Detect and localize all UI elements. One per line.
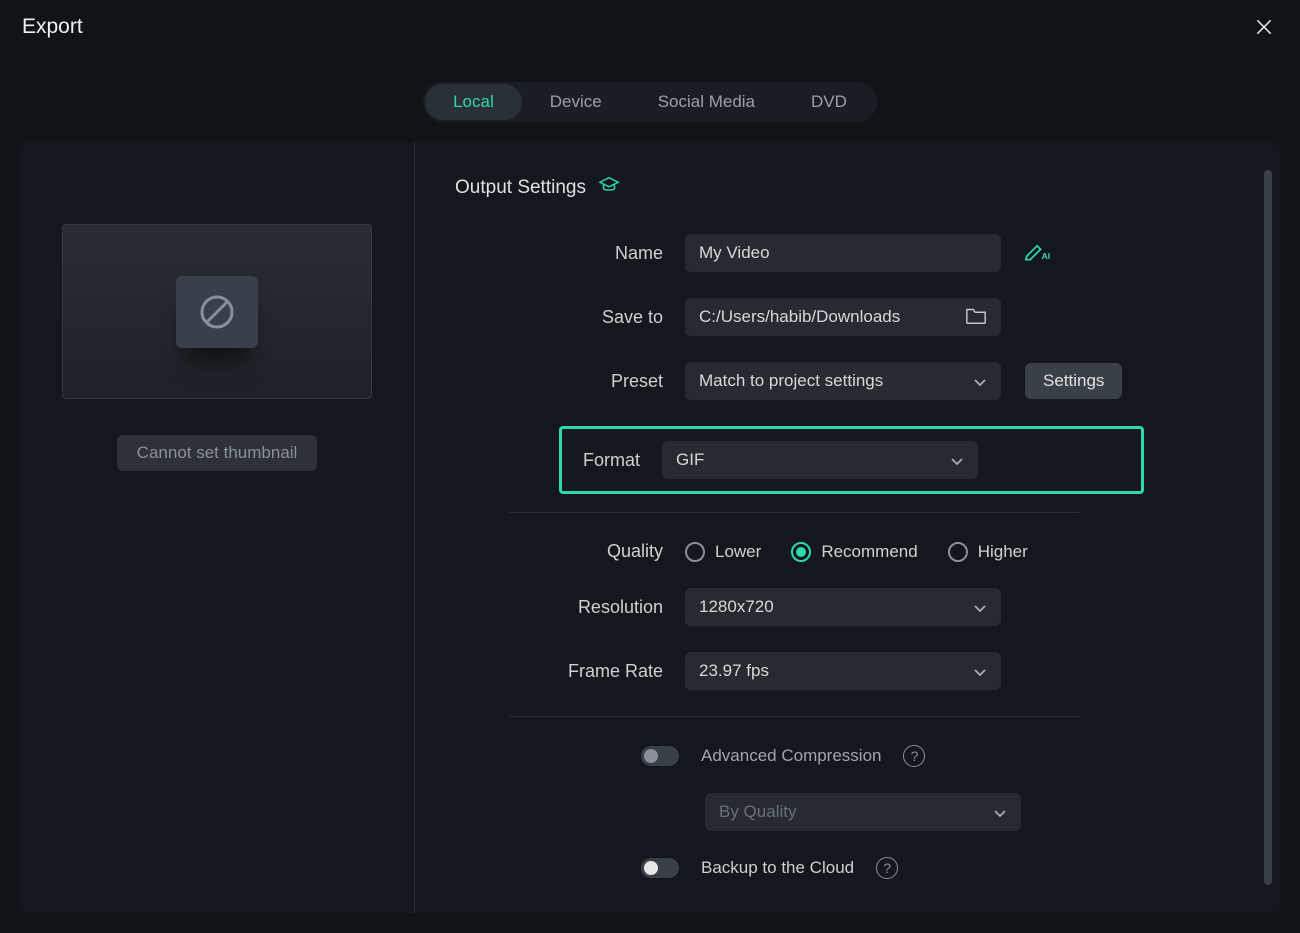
- name-input[interactable]: My Video: [685, 234, 1001, 272]
- settings-button[interactable]: Settings: [1025, 363, 1122, 399]
- quality-higher-label: Higher: [978, 542, 1028, 562]
- backup-cloud-label: Backup to the Cloud: [701, 858, 854, 878]
- thumbnail-preview: [62, 224, 372, 399]
- quality-recommend-label: Recommend: [821, 542, 917, 562]
- resolution-label: Resolution: [455, 597, 685, 618]
- saveto-input[interactable]: C:/Users/habib/Downloads: [685, 298, 1001, 336]
- framerate-label: Frame Rate: [455, 661, 685, 682]
- compression-mode-value: By Quality: [719, 802, 796, 822]
- saveto-label: Save to: [455, 307, 685, 328]
- advanced-compression-label: Advanced Compression: [701, 746, 881, 766]
- tab-device[interactable]: Device: [522, 84, 630, 120]
- radio-checked-icon: [791, 542, 811, 562]
- close-icon: [1254, 17, 1274, 37]
- folder-icon[interactable]: [965, 305, 987, 330]
- format-select[interactable]: GIF: [662, 441, 978, 479]
- tab-social-media[interactable]: Social Media: [630, 84, 783, 120]
- format-value: GIF: [676, 450, 704, 470]
- framerate-value: 23.97 fps: [699, 661, 769, 681]
- radio-icon: [685, 542, 705, 562]
- quality-lower-label: Lower: [715, 542, 761, 562]
- radio-icon: [948, 542, 968, 562]
- name-value: My Video: [699, 243, 770, 263]
- format-label: Format: [562, 450, 662, 471]
- resolution-select[interactable]: 1280x720: [685, 588, 1001, 626]
- toggle-knob-icon: [644, 861, 658, 875]
- no-thumbnail-icon: [197, 292, 237, 332]
- preset-label: Preset: [455, 371, 685, 392]
- quality-higher[interactable]: Higher: [948, 542, 1028, 562]
- preset-select[interactable]: Match to project settings: [685, 362, 1001, 400]
- graduation-cap-icon[interactable]: [598, 174, 620, 202]
- quality-lower[interactable]: Lower: [685, 542, 761, 562]
- help-icon[interactable]: ?: [903, 745, 925, 767]
- name-label: Name: [455, 243, 685, 264]
- chevron-down-icon: [973, 664, 987, 678]
- thumbnail-button: Cannot set thumbnail: [117, 435, 318, 471]
- chevron-down-icon: [993, 805, 1007, 819]
- chevron-down-icon: [973, 374, 987, 388]
- compression-mode-select: By Quality: [705, 793, 1021, 831]
- divider: [509, 512, 1079, 513]
- tab-local[interactable]: Local: [425, 84, 522, 120]
- framerate-select[interactable]: 23.97 fps: [685, 652, 1001, 690]
- preset-value: Match to project settings: [699, 371, 883, 391]
- backup-cloud-toggle[interactable]: [641, 858, 679, 878]
- quality-recommend[interactable]: Recommend: [791, 542, 917, 562]
- no-thumbnail-tile: [176, 276, 258, 348]
- window-title: Export: [22, 15, 83, 39]
- close-button[interactable]: [1250, 13, 1278, 41]
- saveto-value: C:/Users/habib/Downloads: [699, 307, 900, 327]
- ai-rename-icon[interactable]: AI: [1025, 240, 1051, 267]
- resolution-value: 1280x720: [699, 597, 774, 617]
- quality-label: Quality: [455, 541, 685, 562]
- scrollbar[interactable]: [1264, 170, 1272, 885]
- toggle-knob-icon: [644, 749, 658, 763]
- svg-text:AI: AI: [1041, 250, 1050, 260]
- help-icon[interactable]: ?: [876, 857, 898, 879]
- advanced-compression-toggle[interactable]: [641, 746, 679, 766]
- section-title: Output Settings: [455, 177, 586, 199]
- chevron-down-icon: [950, 453, 964, 467]
- tab-dvd[interactable]: DVD: [783, 84, 875, 120]
- chevron-down-icon: [973, 600, 987, 614]
- divider: [509, 716, 1079, 717]
- export-tabs: Local Device Social Media DVD: [423, 82, 877, 122]
